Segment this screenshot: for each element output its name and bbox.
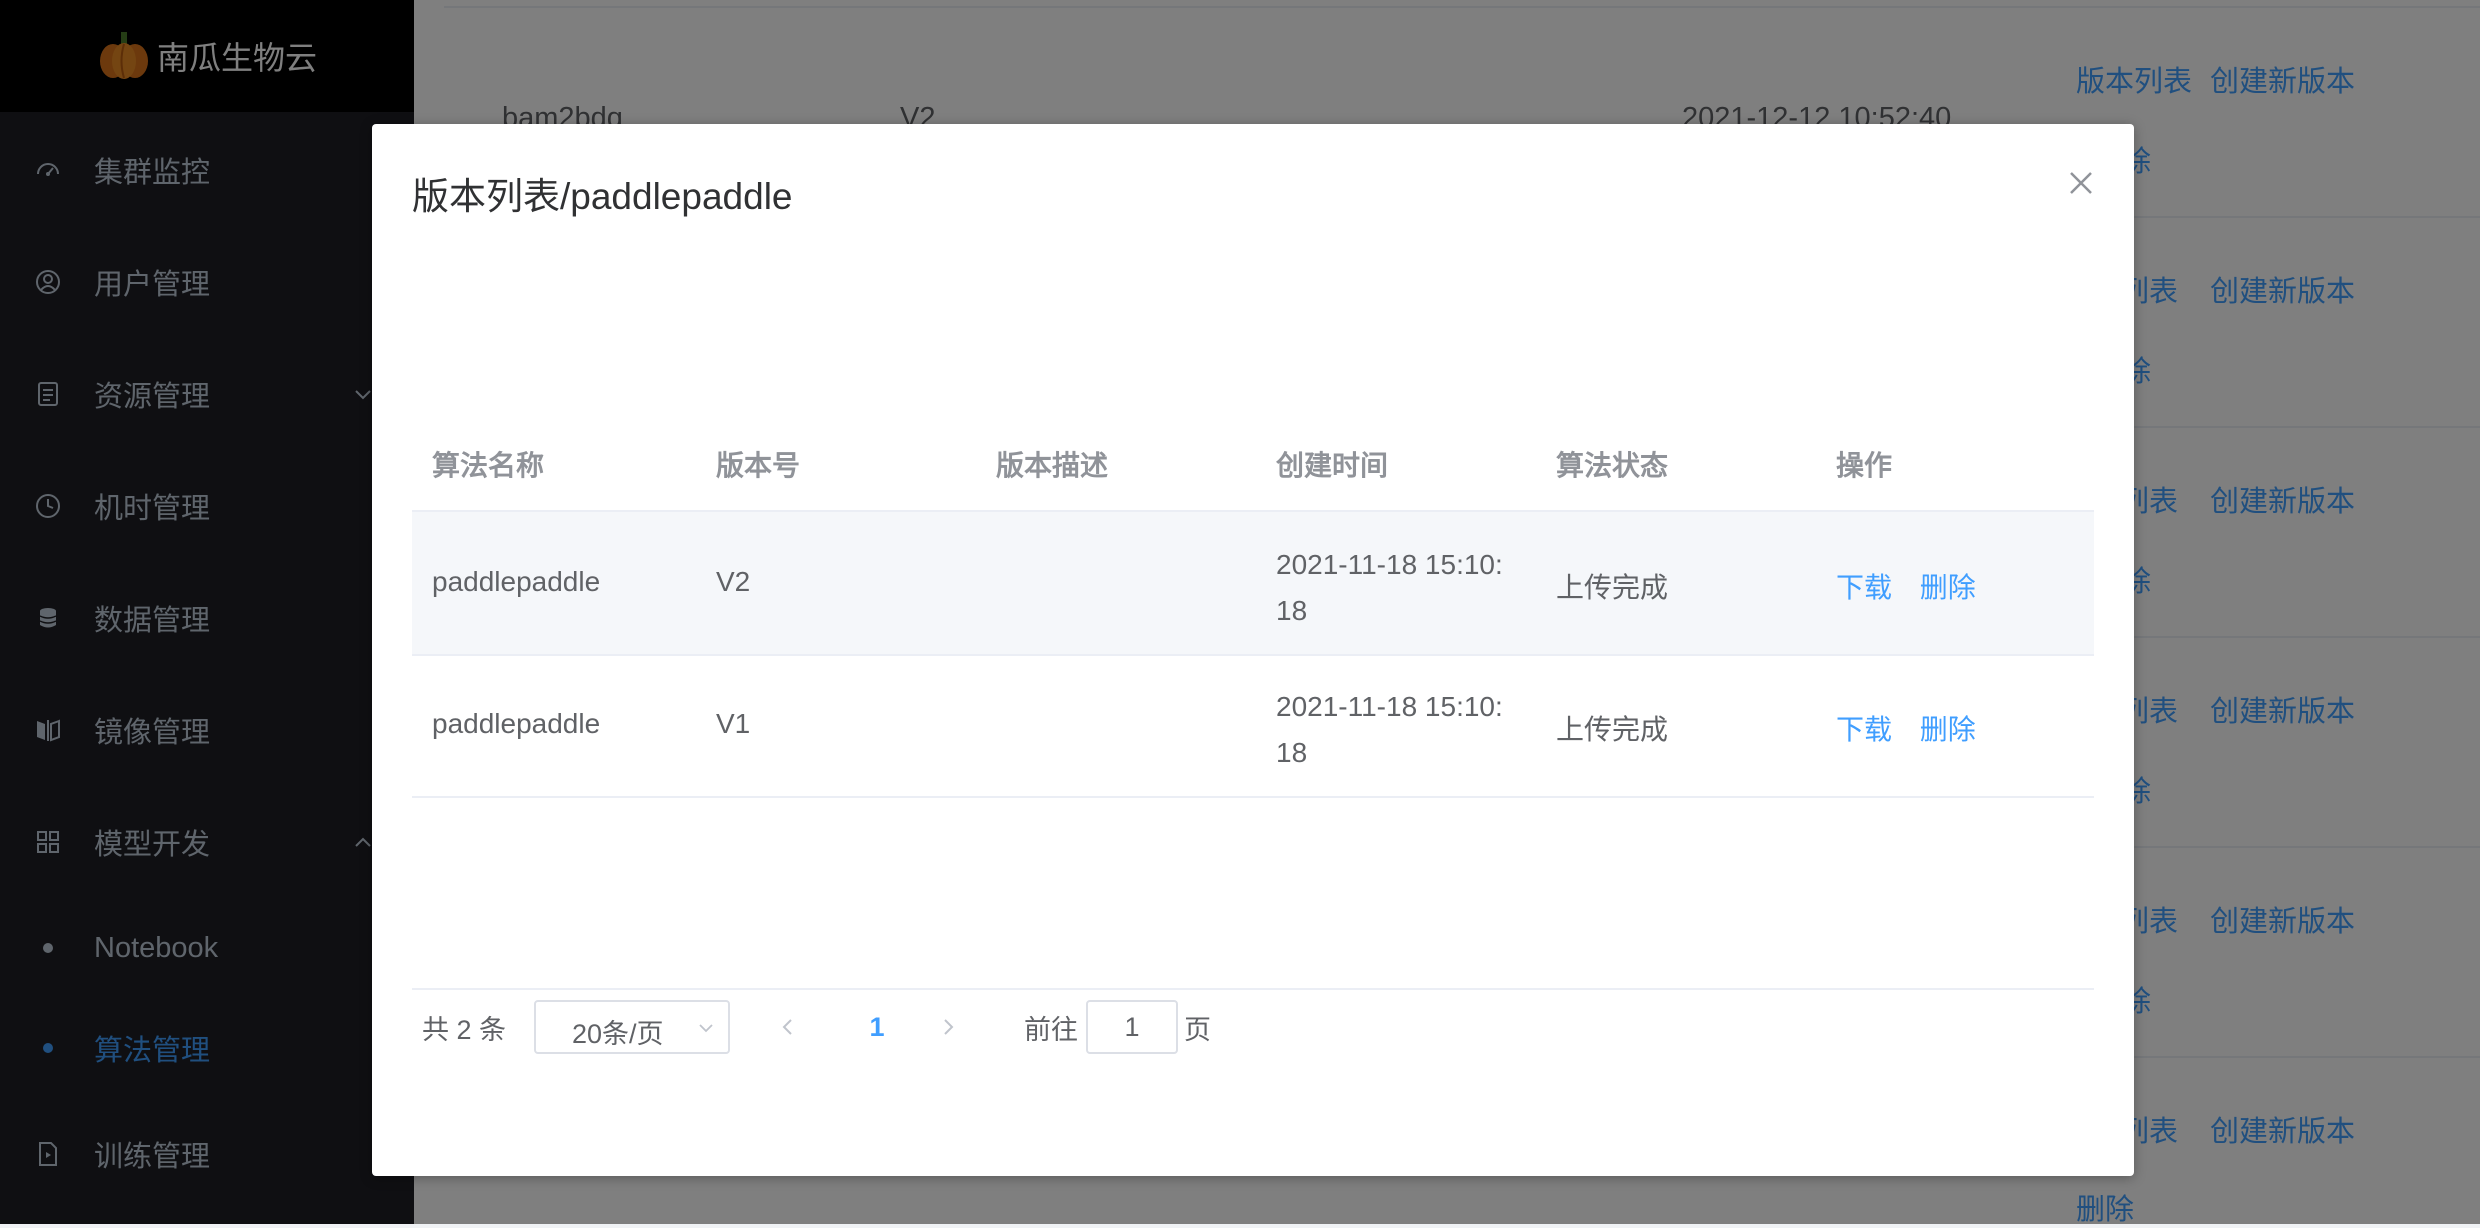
page-size-select[interactable]: 20条/页 xyxy=(534,1000,730,1054)
version: V1 xyxy=(716,708,751,739)
delete-link[interactable]: 删除 xyxy=(1920,714,1976,745)
table-header: 算法名称 版本号 版本描述 创建时间 算法状态 操作 xyxy=(412,388,2094,512)
pagination-divider xyxy=(412,988,2094,990)
goto-label: 前往 xyxy=(1024,1014,1078,1045)
chevron-down-icon xyxy=(699,1024,713,1033)
pagination-total: 共 2 条 xyxy=(422,1014,507,1045)
status: 上传完成 xyxy=(1556,714,1669,745)
table-row: paddlepaddle V1 2021-11-18 15:10:18 上传完成… xyxy=(412,654,2094,798)
page-size-value: 20条/页 xyxy=(572,1019,664,1049)
close-icon[interactable] xyxy=(2066,168,2096,198)
prev-page-button[interactable] xyxy=(780,1000,810,1054)
column-header-status: 算法状态 xyxy=(1556,450,1669,481)
page-number-current[interactable]: 1 xyxy=(862,1000,892,1054)
column-header-actions: 操作 xyxy=(1836,450,1893,481)
status: 上传完成 xyxy=(1556,572,1669,603)
page-suffix-label: 页 xyxy=(1184,1014,1211,1045)
created-time: 2021-11-18 15:10:18 xyxy=(1276,549,1503,626)
download-link[interactable]: 下载 xyxy=(1836,572,1892,603)
column-header-version: 版本号 xyxy=(716,450,801,481)
goto-page-input[interactable]: 1 xyxy=(1086,1000,1178,1054)
column-header-description: 版本描述 xyxy=(996,450,1109,481)
dialog-title: 版本列表/paddlepaddle xyxy=(412,176,793,217)
chevron-left-icon xyxy=(782,1019,792,1035)
column-header-name: 算法名称 xyxy=(432,450,545,481)
version: V2 xyxy=(716,566,751,597)
table-row: paddlepaddle V2 2021-11-18 15:10:18 上传完成… xyxy=(412,512,2094,656)
download-link[interactable]: 下载 xyxy=(1836,714,1892,745)
created-time: 2021-11-18 15:10:18 xyxy=(1276,691,1503,768)
algorithm-name: paddlepaddle xyxy=(432,708,601,739)
column-header-created-time: 创建时间 xyxy=(1276,450,1389,481)
next-page-button[interactable] xyxy=(940,1000,970,1054)
actions: 下载 删除 xyxy=(1836,708,1976,748)
actions: 下载 删除 xyxy=(1836,566,1976,606)
version-list-dialog: 版本列表/paddlepaddle 算法名称 版本号 版本描述 创建时间 算法状… xyxy=(372,124,2134,1176)
chevron-right-icon xyxy=(944,1019,954,1035)
delete-link[interactable]: 删除 xyxy=(1920,572,1976,603)
algorithm-name: paddlepaddle xyxy=(432,566,601,597)
